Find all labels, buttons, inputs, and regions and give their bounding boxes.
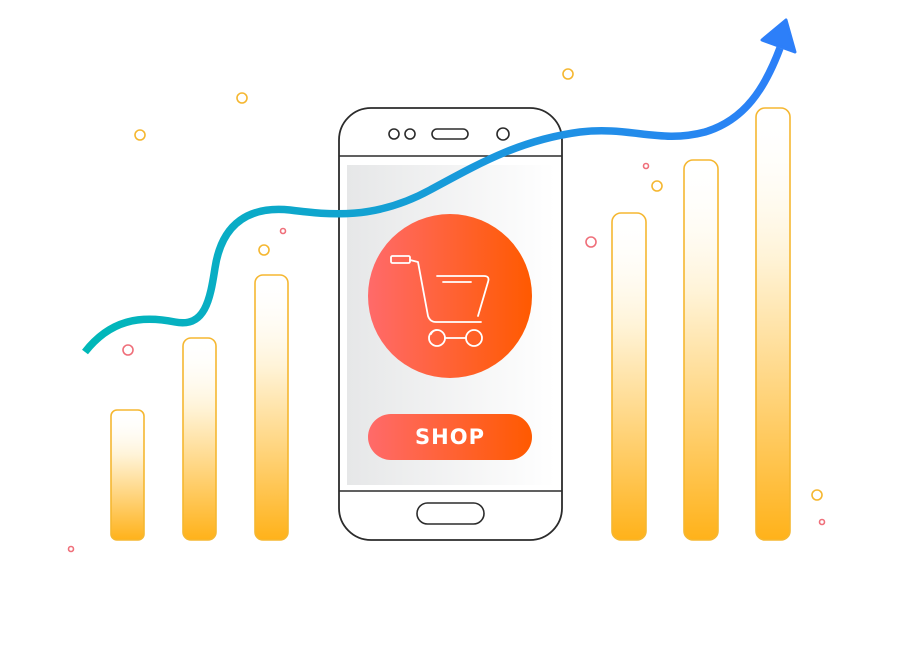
- dot: [67, 545, 75, 553]
- bar: [611, 212, 647, 541]
- illustration-canvas: [67, 18, 826, 553]
- dot: [811, 489, 823, 501]
- ecommerce-growth-illustration: SHOP: [0, 0, 900, 650]
- dot: [236, 92, 248, 104]
- shop-button[interactable]: SHOP: [368, 414, 532, 460]
- dot: [818, 518, 826, 526]
- shop-button-label: SHOP: [415, 425, 485, 449]
- dot: [642, 162, 650, 170]
- dot: [258, 244, 270, 256]
- growth-bars-right: [611, 107, 791, 541]
- bar: [755, 107, 791, 541]
- dot: [134, 129, 146, 141]
- bar: [254, 274, 289, 541]
- bar: [182, 337, 217, 541]
- cart-circle: [368, 214, 532, 378]
- dot: [585, 236, 597, 248]
- dot: [651, 180, 663, 192]
- dot: [122, 344, 134, 356]
- bar: [683, 159, 719, 541]
- bar: [110, 409, 145, 541]
- dot: [562, 68, 574, 80]
- dot: [279, 227, 287, 235]
